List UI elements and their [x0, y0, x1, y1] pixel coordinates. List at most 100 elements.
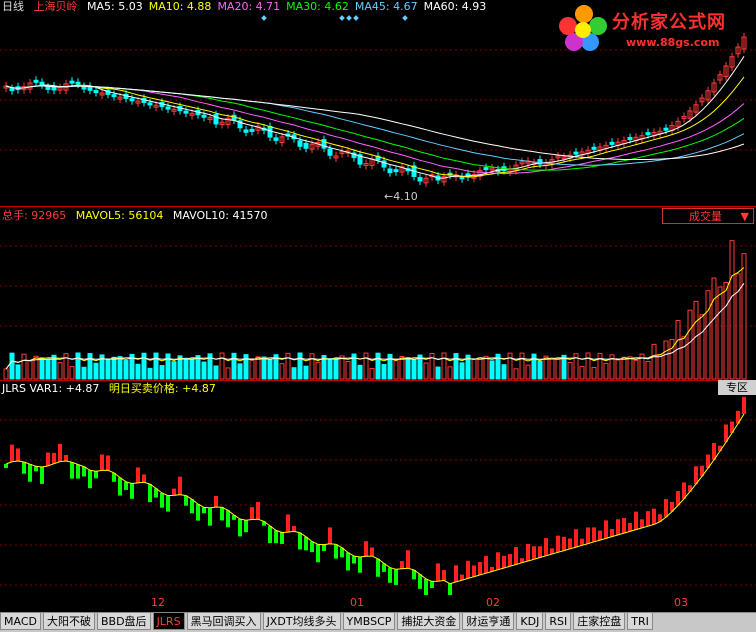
volume-bar: [21, 353, 27, 380]
jlrs-panel[interactable]: JLRS VAR1: +4.87 明日买卖价格: +4.87: [0, 380, 756, 595]
tab-item[interactable]: YMBSCP: [342, 613, 396, 630]
jlrs-bar: [316, 544, 320, 563]
tab-item[interactable]: JXDT均线多头: [262, 613, 341, 630]
tab-item[interactable]: TRI: [627, 613, 653, 630]
x-label-02: 02: [486, 596, 500, 609]
jlrs-bar: [400, 561, 404, 569]
jlrs-bar: [148, 484, 152, 503]
stock-name: 上海贝岭: [33, 0, 78, 13]
tab-item[interactable]: JLRS: [152, 613, 185, 630]
volume-chart[interactable]: [0, 206, 756, 380]
tab-item[interactable]: RSI: [545, 613, 572, 630]
signal-diamond-icon: [339, 15, 345, 21]
volume-bar: [393, 360, 399, 380]
volume-bar: [69, 366, 75, 380]
jlrs-bar: [214, 495, 218, 508]
jlrs-bar: [484, 556, 488, 574]
volume-bar: [369, 368, 375, 380]
jlrs-bar: [568, 538, 572, 549]
zone-button[interactable]: 专区: [718, 380, 756, 395]
volume-bar: [309, 353, 315, 380]
jlrs-bar: [184, 495, 188, 506]
tab-item[interactable]: MACD: [0, 613, 41, 630]
volume-bar: [687, 309, 693, 380]
jlrs-bar: [4, 464, 8, 468]
jlrs-bar: [328, 527, 332, 544]
jlrs-bar: [478, 561, 482, 575]
total-volume: 总手: 92965: [2, 209, 67, 222]
jlrs-bar: [82, 466, 86, 477]
candle: [129, 98, 135, 102]
candle: [393, 169, 399, 173]
tab-item[interactable]: 庄家控盘: [573, 613, 626, 630]
candle: [645, 132, 651, 136]
volume-bar: [627, 356, 633, 380]
volume-bar: [591, 366, 597, 380]
jlrs-bar: [604, 520, 608, 539]
jlrs-bar: [742, 396, 746, 414]
jlrs-bar: [256, 501, 260, 520]
volume-panel[interactable]: 总手: 92965 MAVOL5: 56104 MAVOL10: 41570: [0, 206, 756, 380]
tab-item[interactable]: 捕捉大资金: [397, 613, 461, 630]
volume-bar: [507, 352, 513, 380]
ma-line: [5, 85, 745, 160]
volume-bar: [477, 357, 483, 380]
volume-bar: [57, 362, 63, 380]
flower-logo-icon: [559, 5, 607, 51]
jlrs-bar: [46, 452, 50, 466]
tab-item[interactable]: 黑马回调买入: [186, 613, 261, 630]
volume-bar: [459, 362, 465, 380]
jlrs-bar: [136, 467, 140, 483]
jlrs-bar: [28, 464, 32, 482]
volume-bar: [663, 340, 669, 380]
volume-bar: [183, 357, 189, 380]
volume-bar: [81, 366, 87, 380]
volume-bar: [27, 360, 33, 380]
volume-bar: [9, 352, 15, 380]
jlrs-bar: [310, 541, 314, 553]
volume-bar: [261, 356, 267, 380]
jlrs-bar: [346, 552, 350, 571]
volume-bar: [519, 352, 525, 380]
ma-line: [5, 76, 745, 178]
jlrs-chart[interactable]: [0, 380, 756, 595]
volume-bar: [135, 363, 141, 380]
volume-bar: [555, 358, 561, 380]
jlrs-bar: [580, 538, 584, 546]
jlrs-bar: [226, 510, 230, 528]
volume-bar: [423, 362, 429, 380]
jlrs-bar: [442, 570, 446, 581]
candle: [573, 151, 579, 155]
tab-item[interactable]: 财运亨通: [462, 613, 515, 630]
volume-bar: [291, 367, 297, 380]
tab-item[interactable]: KDJ: [516, 613, 544, 630]
volume-bar: [45, 358, 51, 380]
volume-bar: [501, 364, 507, 380]
tab-item[interactable]: 大阳不破: [42, 613, 95, 630]
indicator-dropdown[interactable]: 成交量 ▼: [662, 208, 754, 224]
jlrs-bar: [100, 454, 104, 471]
tab-item[interactable]: BBD盘后: [96, 613, 151, 630]
jlrs-bar: [166, 495, 170, 512]
volume-bar: [633, 359, 639, 380]
candle: [183, 110, 189, 114]
jlrs-bar: [532, 546, 536, 560]
ma-line: [5, 85, 745, 166]
candle: [165, 106, 171, 110]
volume-bar: [153, 352, 159, 380]
volume-bar: [327, 358, 333, 380]
jlrs-bar: [268, 525, 272, 544]
jlrs-bar: [286, 514, 290, 533]
jlrs-bar: [508, 554, 512, 567]
x-label-01: 01: [350, 596, 364, 609]
logo-url: www.88gs.com: [626, 36, 720, 49]
candle: [111, 94, 117, 98]
volume-bar: [3, 368, 9, 380]
jlrs-bar: [10, 444, 14, 462]
jlrs-bar: [652, 508, 656, 525]
volume-bar: [225, 367, 231, 380]
volume-bar: [171, 361, 177, 380]
ma-legend-item: MA45: 4.67: [354, 0, 418, 13]
volume-bar: [525, 364, 531, 380]
x-label-03: 03: [674, 596, 688, 609]
